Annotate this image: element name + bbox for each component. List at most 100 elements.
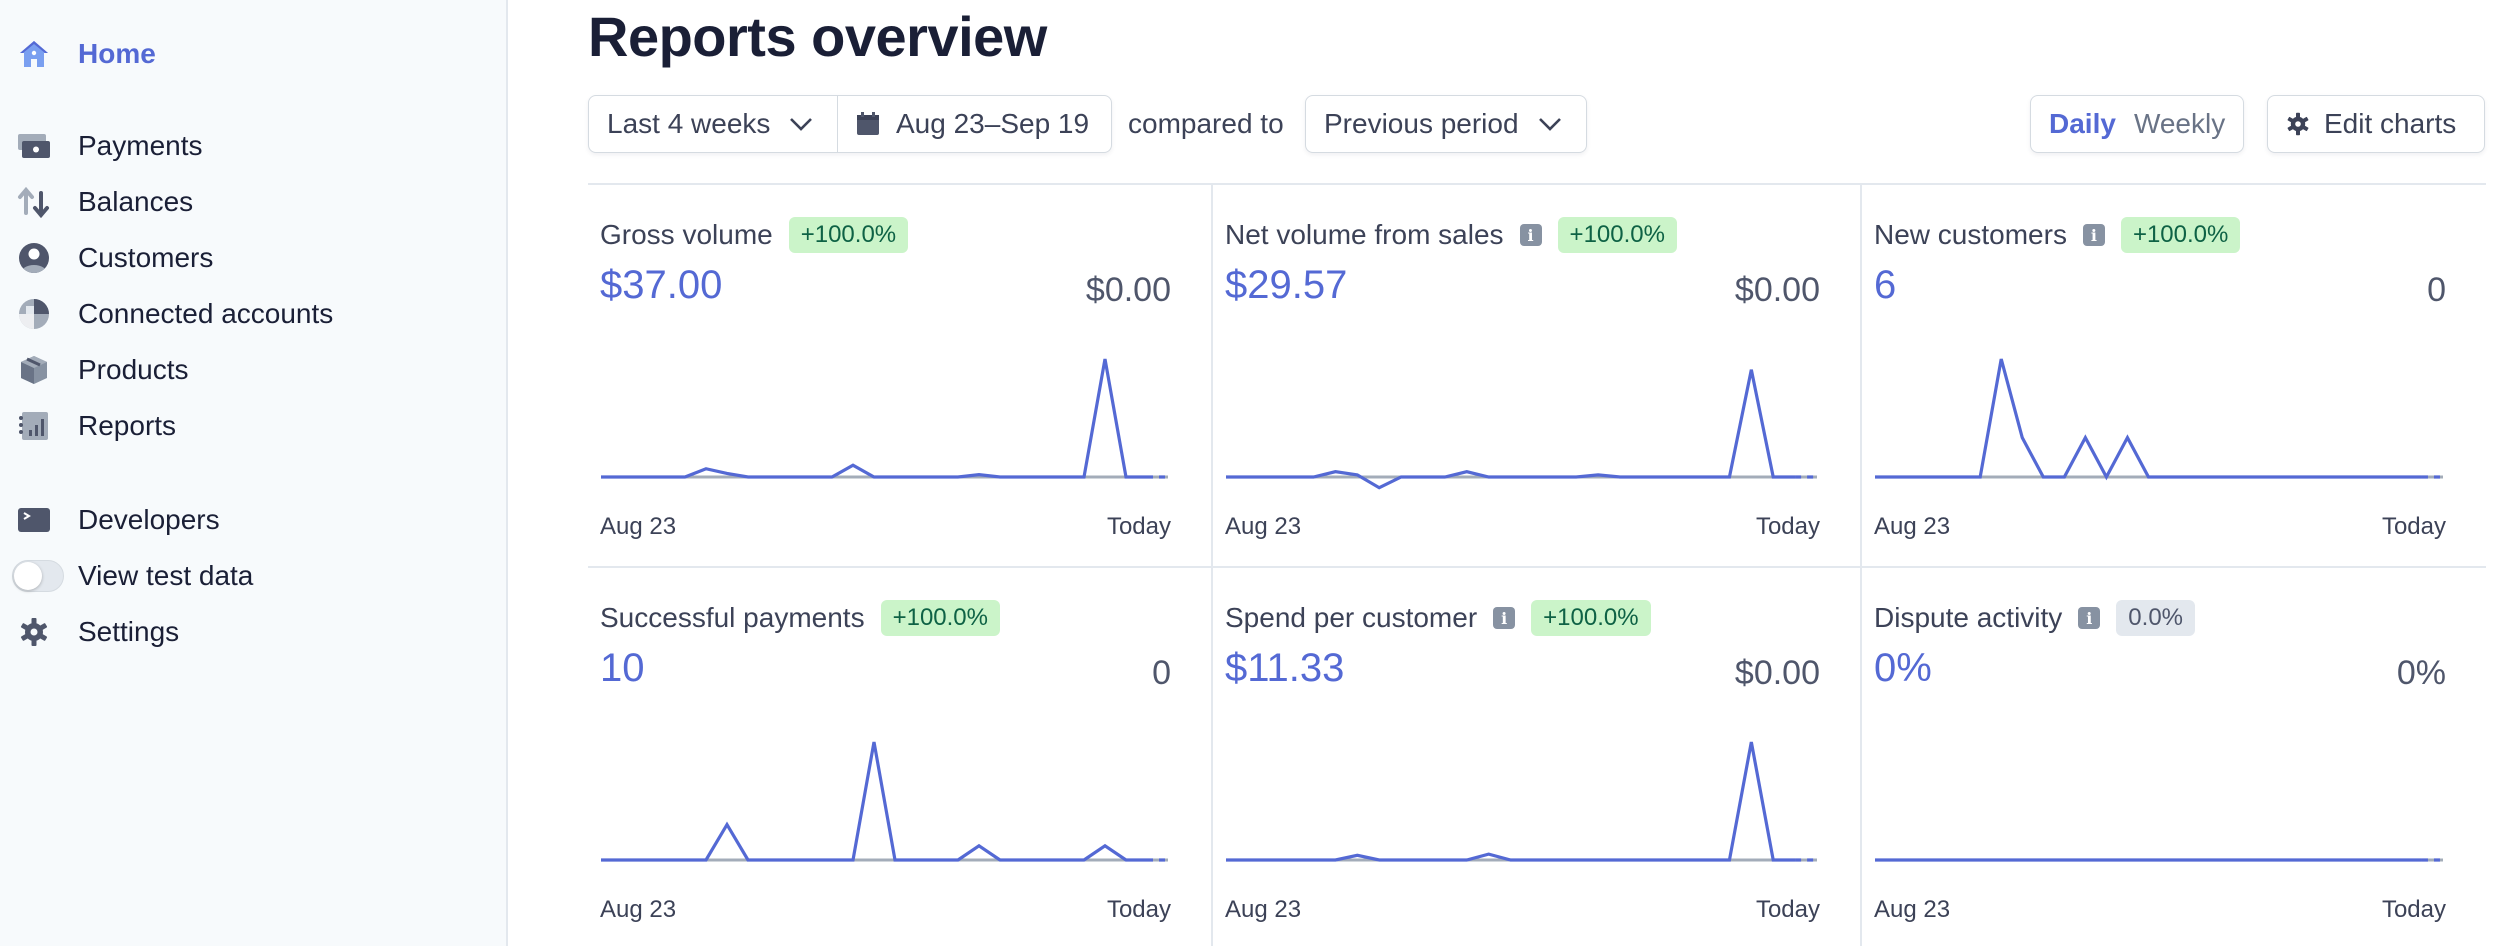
previous-value: $0.00 — [1734, 654, 1820, 692]
sparkline-chart — [1875, 358, 2443, 481]
sidebar-item-label: View test data — [78, 560, 254, 591]
x-axis-start-label: Aug 23 — [600, 896, 677, 923]
customers-icon — [16, 240, 52, 276]
x-axis-start-label: Aug 23 — [600, 513, 677, 540]
info-icon[interactable]: i — [1493, 607, 1516, 629]
granularity-weekly[interactable]: Weekly — [2134, 108, 2225, 140]
current-value: 10 — [600, 646, 645, 690]
info-icon[interactable]: i — [1519, 224, 1542, 246]
x-axis-start-label: Aug 23 — [1874, 513, 1951, 540]
card-header: Dispute activity i 0.0% — [1874, 600, 2195, 636]
card-title: Dispute activity — [1874, 602, 2063, 633]
chevron-down-icon — [790, 118, 813, 131]
chart-card[interactable]: Dispute activity i 0.0% 0% 0% Aug 23 Today — [1862, 568, 2486, 946]
current-value: 0% — [1874, 646, 1932, 690]
calendar-icon — [857, 112, 879, 135]
test-data-toggle[interactable] — [12, 560, 64, 592]
change-badge: 0.0% — [2116, 600, 2195, 636]
home-icon — [16, 36, 52, 72]
range-select-value: Last 4 weeks — [607, 108, 771, 139]
sidebar-item-products[interactable]: Products — [0, 346, 508, 394]
card-title: New customers — [1874, 219, 2067, 250]
chart-card[interactable]: Spend per customer i +100.0% $11.33 $0.00 Aug… — [1213, 568, 1860, 946]
main-content: Reports overview Last 4 weeks Aug 23–Sep… — [508, 0, 2514, 946]
sidebar-item-label: Connected accounts — [78, 298, 334, 329]
granularity-daily[interactable]: Daily — [2049, 108, 2116, 140]
sparkline-chart — [1226, 369, 1817, 490]
gear-icon — [16, 614, 52, 650]
range-select[interactable]: Last 4 weeks — [589, 96, 837, 152]
chart-card[interactable]: Successful payments +100.0% 10 0 Aug 23 Today — [588, 568, 1211, 946]
card-title: Net volume from sales — [1225, 219, 1504, 250]
x-axis-end-label: Today — [2381, 896, 2446, 923]
previous-value: 0 — [2427, 271, 2446, 309]
x-axis-end-label: Today — [1755, 513, 1820, 540]
balances-icon — [16, 184, 52, 220]
current-period-line — [1875, 358, 2422, 481]
developers-icon — [16, 502, 52, 538]
sparkline-chart — [601, 741, 1168, 862]
sidebar-item-label: Home — [78, 38, 156, 69]
previous-value: 0% — [2396, 654, 2446, 692]
toggle-knob — [14, 562, 42, 590]
x-axis-end-label: Today — [1106, 896, 1171, 923]
sidebar-item-view-test-data[interactable]: View test data — [0, 552, 508, 600]
sidebar-item-label: Customers — [78, 242, 214, 273]
chevron-down-icon — [1538, 118, 1561, 131]
compare-select-value: Previous period — [1324, 108, 1519, 139]
current-value: $29.57 — [1225, 263, 1348, 307]
sidebar-item-label: Developers — [78, 504, 220, 535]
current-value: $37.00 — [600, 263, 723, 307]
date-range-value: Aug 23–Sep 19 — [896, 108, 1090, 139]
info-icon[interactable]: i — [2078, 607, 2101, 629]
reports-icon — [16, 408, 52, 444]
current-value: $11.33 — [1225, 646, 1345, 690]
change-badge: +100.0% — [1531, 600, 1651, 636]
current-period-line — [1226, 741, 1796, 862]
page-title: Reports overview — [588, 5, 1047, 68]
card-header: Net volume from sales i +100.0% — [1225, 217, 1677, 253]
sidebar-item-label: Products — [78, 354, 189, 385]
change-badge: +100.0% — [788, 217, 909, 253]
previous-value: $0.00 — [1734, 271, 1820, 309]
sidebar-item-connected-accounts[interactable]: Connected accounts — [0, 290, 508, 338]
current-period-line — [601, 741, 1147, 862]
sidebar-item-label: Balances — [78, 186, 194, 217]
card-header: Spend per customer i +100.0% — [1225, 600, 1651, 636]
chart-card[interactable]: New customers i +100.0% 6 0 Aug 23 Today — [1862, 185, 2486, 565]
chart-card[interactable]: Gross volume +100.0% $37.00 $0.00 Aug 23 Toda… — [588, 185, 1211, 565]
connected-accounts-icon — [16, 296, 52, 332]
chart-card[interactable]: Net volume from sales i +100.0% $29.57 $0.00… — [1213, 185, 1860, 565]
x-axis-start-label: Aug 23 — [1874, 896, 1951, 923]
current-value: 6 — [1874, 263, 1897, 307]
x-axis-end-label: Today — [1755, 896, 1820, 923]
card-title: Successful payments — [600, 602, 865, 633]
sidebar-item-label: Reports — [78, 410, 177, 441]
edit-charts-button[interactable]: Edit charts — [2267, 95, 2485, 153]
sidebar-item-customers[interactable]: Customers — [0, 234, 508, 282]
sidebar-item-home[interactable]: Home — [0, 30, 508, 78]
sidebar-item-label: Payments — [78, 130, 203, 161]
granularity-toggle: Daily Weekly — [2030, 95, 2245, 153]
sidebar-item-settings[interactable]: Settings — [0, 608, 508, 656]
sidebar-item-developers[interactable]: Developers — [0, 496, 508, 544]
products-icon — [16, 352, 52, 388]
edit-charts-label: Edit charts — [2324, 108, 2457, 139]
change-badge: +100.0% — [880, 600, 1000, 636]
sidebar-item-reports[interactable]: Reports — [0, 402, 508, 450]
x-axis-end-label: Today — [1106, 513, 1171, 540]
date-range-button[interactable]: Aug 23–Sep 19 — [837, 96, 1111, 152]
compare-select[interactable]: Previous period — [1305, 95, 1587, 153]
x-axis-end-label: Today — [2381, 513, 2446, 540]
previous-value: 0 — [1152, 654, 1171, 692]
sidebar-item-payments[interactable]: Payments — [0, 122, 508, 170]
sparkline-chart — [1226, 741, 1817, 862]
gear-icon — [2287, 112, 2309, 136]
sidebar-item-balances[interactable]: Balances — [0, 178, 508, 226]
current-period-line — [601, 358, 1147, 479]
card-title: Gross volume — [600, 219, 773, 250]
x-axis-start-label: Aug 23 — [1225, 513, 1302, 540]
current-period-line — [1226, 369, 1796, 490]
compared-to-label: compared to — [1128, 108, 1284, 139]
info-icon[interactable]: i — [2082, 224, 2105, 246]
